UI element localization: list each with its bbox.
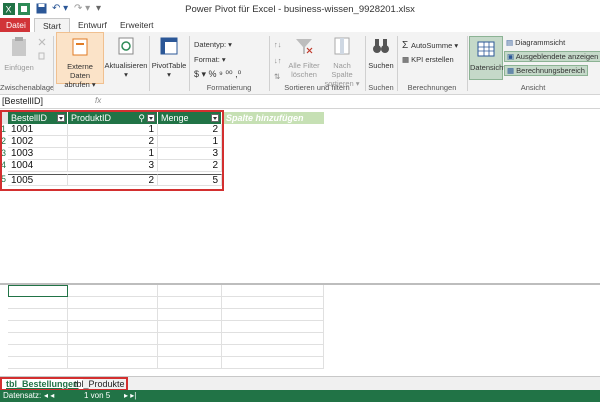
calc-cell[interactable] — [158, 333, 222, 345]
calc-cell[interactable] — [158, 357, 222, 369]
tab-entwurf[interactable]: Entwurf — [70, 18, 115, 32]
calc-cell[interactable] — [68, 309, 158, 321]
calc-cell[interactable] — [222, 357, 324, 369]
refresh-icon — [118, 37, 134, 55]
autosumme-button[interactable]: Σ AutoSumme ▾ — [402, 40, 458, 51]
calc-cell[interactable] — [222, 309, 324, 321]
calc-cell[interactable] — [158, 345, 222, 357]
sort-desc-icon[interactable]: ↓↑ — [274, 56, 282, 65]
calc-cell[interactable] — [68, 345, 158, 357]
record-position: 1 von 5 — [84, 391, 111, 400]
clear-filter-icon — [296, 39, 313, 54]
window-title: Power Pivot für Excel - business-wissen_… — [185, 4, 415, 15]
status-bar: Datensatz: ◂ ◂ 1 von 5 ▸ ▸| — [0, 390, 600, 402]
datentyp-dropdown[interactable]: Datentyp: ▾ — [194, 40, 232, 49]
datensicht-button[interactable]: Datensicht — [469, 36, 505, 80]
calc-cell-selected[interactable] — [8, 285, 68, 297]
berechnungsbereich-button[interactable]: ▦ Berechnungsbereich — [504, 65, 588, 76]
calc-area-icon: ▦ — [507, 66, 517, 75]
clear-sort-icon[interactable]: ⇅ — [274, 72, 280, 81]
paste-icon — [12, 37, 26, 56]
calc-cell[interactable] — [158, 297, 222, 309]
data-view-icon — [477, 41, 495, 57]
cut-icon[interactable] — [38, 38, 46, 46]
pivottable-icon — [160, 37, 178, 55]
group-label-berechnungen: Berechnungen — [407, 83, 457, 92]
calc-cell[interactable] — [8, 321, 68, 333]
copy-icon[interactable] — [38, 52, 46, 60]
title-bar: X ↶ ▾ ↷ ▾ ▾ Power Pivot für Excel - busi… — [0, 0, 600, 18]
record-nav-next-icon[interactable]: ▸ ▸| — [124, 391, 136, 400]
ribbon-separator — [149, 36, 150, 91]
calc-cell[interactable] — [8, 297, 68, 309]
calc-cell[interactable] — [68, 333, 158, 345]
diagrammsicht-button[interactable]: ▤ Diagrammsicht — [506, 38, 565, 47]
ribbon: Einfügen Zwischenablage Externe Daten ab… — [0, 32, 600, 95]
calc-cell[interactable] — [68, 285, 158, 297]
calc-cell[interactable] — [158, 321, 222, 333]
group-label-ansicht: Ansicht — [520, 83, 546, 92]
calc-cell[interactable] — [68, 357, 158, 369]
calc-cell[interactable] — [8, 333, 68, 345]
kpi-icon: ▦ — [402, 55, 412, 64]
sigma-icon: Σ — [402, 40, 411, 51]
sheet-tabs-highlight-box — [0, 377, 128, 391]
alle-filter-loeschen-button[interactable]: Alle Filter löschen — [286, 36, 322, 79]
sort-by-column-icon — [334, 37, 350, 55]
calc-cell[interactable] — [68, 321, 158, 333]
table-highlight-box — [0, 110, 224, 191]
show-hidden-icon: ▣ — [507, 52, 516, 61]
group-label-sortieren: Sortieren und filtern — [284, 83, 350, 92]
record-nav-prev-icon[interactable]: ◂ ◂ — [44, 391, 54, 400]
tab-datei[interactable]: Datei — [0, 18, 30, 32]
nach-spalte-sortieren-button[interactable]: Nach Spalte sortieren ▾ — [322, 36, 362, 88]
calc-cell[interactable] — [222, 345, 324, 357]
fx-icon[interactable]: fx — [95, 96, 101, 105]
binoculars-icon — [373, 39, 389, 53]
externe-daten-button[interactable]: Externe Daten abrufen ▾ — [56, 32, 104, 89]
kpi-erstellen-button[interactable]: ▦ KPI erstellen — [402, 55, 454, 64]
calc-cell[interactable] — [158, 285, 222, 297]
number-format-buttons[interactable]: $ ▾ % ⁹ ⁰⁰ ,⁰ — [194, 69, 241, 80]
pivottable-button[interactable]: PivotTable ▾ — [151, 36, 187, 79]
group-label-formatierung: Formatierung — [206, 83, 252, 92]
ausgeblendete-anzeigen-button[interactable]: ▣ Ausgeblendete anzeigen — [504, 51, 600, 62]
calc-cell[interactable] — [8, 357, 68, 369]
calculation-area — [0, 283, 600, 376]
formula-bar: [BestellID] fx — [0, 95, 600, 109]
calc-cell[interactable] — [222, 321, 324, 333]
calc-cell[interactable] — [222, 333, 324, 345]
record-label: Datensatz: — [3, 391, 42, 400]
name-box[interactable]: [BestellID] — [0, 96, 92, 108]
calc-cell[interactable] — [8, 345, 68, 357]
ribbon-separator — [53, 36, 54, 91]
sort-asc-icon[interactable]: ↑↓ — [274, 40, 282, 49]
group-label-zwischenablage: Zwischenablage — [0, 83, 55, 92]
calc-cell[interactable] — [68, 297, 158, 309]
aktualisieren-button[interactable]: Aktualisieren ▾ — [104, 36, 148, 79]
add-column-header[interactable]: Spalte hinzufügen — [222, 112, 324, 124]
diagram-view-icon: ▤ — [506, 38, 516, 47]
external-data-icon — [72, 38, 88, 56]
sheet-tabs: tbl_Bestellungen tbl_Produkte — [0, 376, 600, 391]
calc-cell[interactable] — [222, 285, 324, 297]
tab-erweitert[interactable]: Erweitert — [112, 18, 162, 32]
suchen-button[interactable]: Suchen — [367, 36, 395, 70]
format-dropdown[interactable]: Format: ▾ — [194, 55, 226, 64]
einfuegen-button[interactable]: Einfügen — [2, 36, 36, 72]
ribbon-tabs: Datei Start Entwurf Erweitert — [0, 18, 600, 32]
calc-cell[interactable] — [158, 309, 222, 321]
tab-start[interactable]: Start — [34, 18, 70, 32]
calc-cell[interactable] — [222, 297, 324, 309]
calc-cell[interactable] — [8, 309, 68, 321]
group-label-suchen: Suchen — [368, 83, 394, 92]
